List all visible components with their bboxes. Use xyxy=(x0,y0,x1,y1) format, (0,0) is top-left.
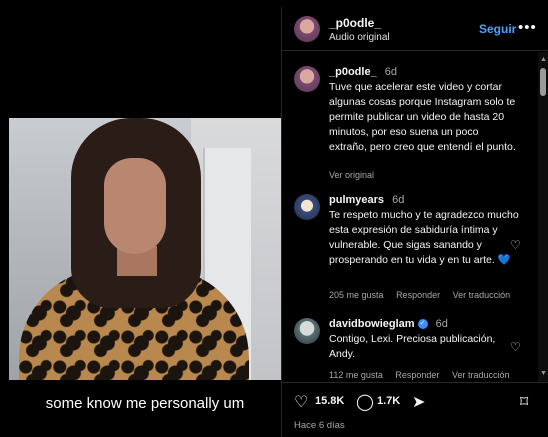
comments-list[interactable]: _p0odle_ 6d Tuve que acelerar este video… xyxy=(282,52,538,382)
comment-icon[interactable]: ◯ xyxy=(356,392,374,412)
reply-button[interactable]: Responder xyxy=(395,370,439,380)
post-date: Hace 6 días xyxy=(294,420,345,431)
comment-text: Contigo, Lexi. Preciosa publicación, And… xyxy=(329,333,496,360)
likes-count[interactable]: 15.8K xyxy=(315,395,344,407)
comment-likes[interactable]: 205 me gusta xyxy=(329,290,384,300)
avatar[interactable] xyxy=(294,318,320,344)
caption-header: _p0odle_ 6d xyxy=(329,66,397,78)
see-translation-link[interactable]: Ver traducción xyxy=(452,370,510,380)
comment-header: davidbowieglam ✓ 6d xyxy=(329,318,448,330)
comment-time: 6d xyxy=(392,194,405,206)
comment-header: pulmyears 6d xyxy=(329,194,404,206)
comments-count[interactable]: 1.7K xyxy=(377,395,400,407)
heart-icon[interactable]: ♡ xyxy=(510,340,521,354)
post-actions: ♡ 15.8K ◯ 1.7K ➤ ⌑ Hace 6 días xyxy=(282,382,548,437)
like-heart-icon[interactable]: ♡ xyxy=(294,392,308,412)
list-item: davidbowieglam ✓ 6d Contigo, Lexi. Precio… xyxy=(282,318,538,382)
heart-icon[interactable]: ♡ xyxy=(510,238,521,252)
caption-time: 6d xyxy=(384,66,397,78)
comment-meta: 205 me gusta Responder Ver traducción xyxy=(329,290,520,300)
avatar[interactable] xyxy=(294,66,320,92)
audio-label[interactable]: Audio original xyxy=(329,32,390,43)
comment-time: 6d xyxy=(435,318,448,330)
see-translation-link[interactable]: Ver traducción xyxy=(453,290,511,300)
post-panel: _p0odle_ Audio original Seguir ••• _p0od… xyxy=(281,7,548,437)
caption-meta: Ver original xyxy=(329,170,384,180)
comment-username[interactable]: pulmyears xyxy=(329,194,384,206)
list-item: pulmyears 6d Te respeto mucho y te agrad… xyxy=(282,194,538,309)
share-icon[interactable]: ➤ xyxy=(412,392,425,412)
comment-meta: 112 me gusta Responder Ver traducción xyxy=(329,370,519,380)
comment-username[interactable]: davidbowieglam xyxy=(329,318,415,330)
comment-likes[interactable]: 112 me gusta xyxy=(329,370,383,380)
scroll-down-arrow-icon[interactable]: ▼ xyxy=(540,370,547,377)
bookmark-icon[interactable]: ⌑ xyxy=(520,392,528,412)
person-face xyxy=(104,158,166,254)
video-player[interactable]: some know me personally um xyxy=(9,7,281,437)
video-subtitle: some know me personally um xyxy=(45,395,245,412)
video-frame[interactable] xyxy=(9,118,281,380)
see-original-link[interactable]: Ver original xyxy=(329,170,374,180)
post-header: _p0odle_ Audio original Seguir ••• xyxy=(282,7,548,51)
reply-button[interactable]: Responder xyxy=(396,290,440,300)
header-username[interactable]: _p0odle_ xyxy=(329,16,381,30)
follow-button[interactable]: Seguir xyxy=(479,22,516,36)
avatar[interactable] xyxy=(294,194,320,220)
scrollbar-thumb[interactable] xyxy=(540,68,546,96)
scroll-up-arrow-icon[interactable]: ▲ xyxy=(540,56,547,63)
verified-badge-icon: ✓ xyxy=(417,319,428,330)
scrollbar[interactable]: ▲ ▼ xyxy=(538,52,548,382)
avatar[interactable] xyxy=(294,16,320,42)
caption: _p0odle_ 6d Tuve que acelerar este video… xyxy=(282,66,538,186)
comment-text: Te respeto mucho y te agradezco mucho es… xyxy=(329,209,519,266)
caption-text: Tuve que acelerar este video y cortar al… xyxy=(329,81,516,153)
more-horizontal-icon[interactable]: ••• xyxy=(518,19,537,36)
caption-username[interactable]: _p0odle_ xyxy=(329,66,377,78)
